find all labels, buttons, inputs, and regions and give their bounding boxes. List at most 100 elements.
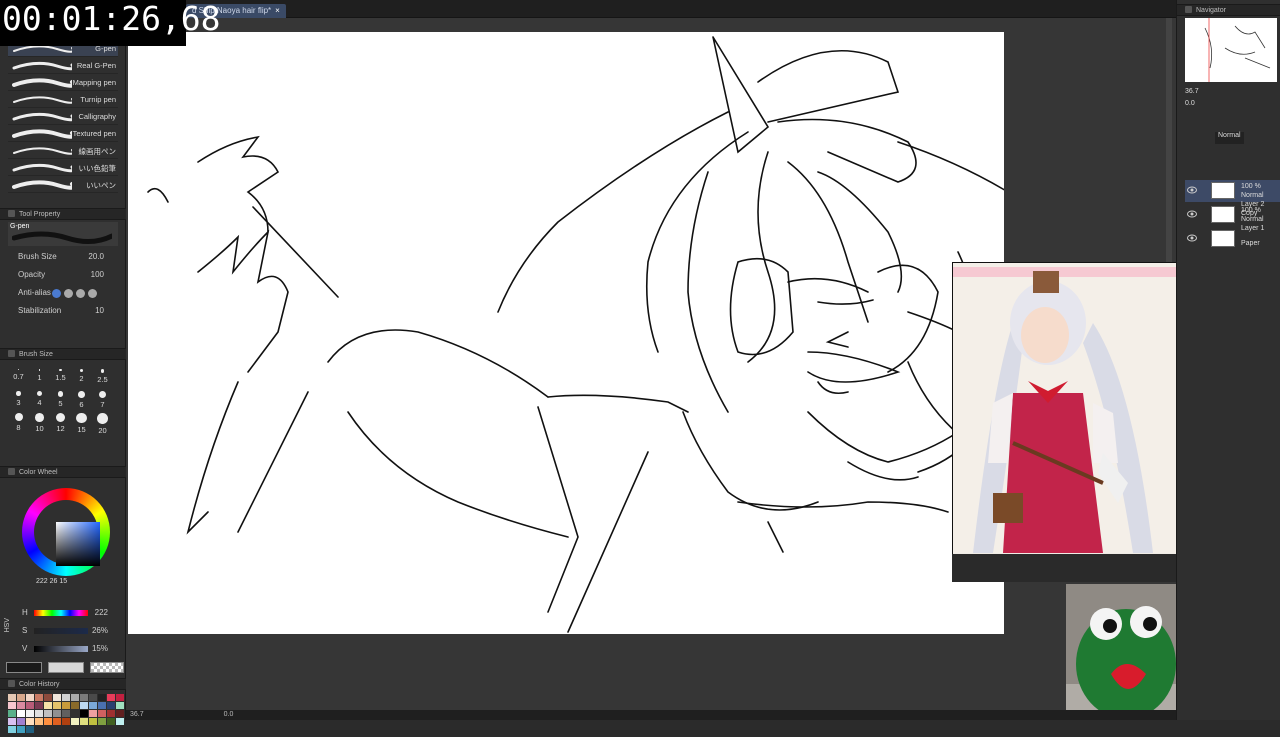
history-swatch[interactable] [35, 718, 43, 725]
history-swatch[interactable] [98, 694, 106, 701]
brush-size-option[interactable]: 1.5 [50, 366, 71, 388]
saturation-value-square[interactable] [56, 522, 100, 566]
s-slider[interactable] [34, 628, 88, 634]
navigator-rotation[interactable]: 0.0 [1185, 100, 1195, 107]
history-swatch[interactable] [35, 694, 43, 701]
layer-item[interactable]: 100 % Normal Layer 1 [1185, 204, 1280, 232]
v-value[interactable]: 15% [92, 640, 108, 658]
history-swatch[interactable] [62, 702, 70, 709]
history-swatch[interactable] [107, 694, 115, 701]
brush-size-option[interactable]: 1 [29, 366, 50, 388]
history-swatch[interactable] [98, 718, 106, 725]
v-slider-row[interactable]: V 15% [0, 640, 126, 658]
status-zoom[interactable]: 36.7 [130, 711, 144, 718]
brush-size-option[interactable]: 10 [29, 410, 50, 433]
brush-size-option[interactable]: 2.5 [92, 366, 113, 388]
history-swatch[interactable] [44, 718, 52, 725]
hue-ring[interactable] [22, 488, 110, 576]
history-swatch[interactable] [44, 710, 52, 717]
layer-item[interactable]: Paper [1185, 228, 1280, 250]
antialias-row[interactable]: Anti-alias [0, 284, 126, 302]
brush-size-option[interactable]: 15 [71, 410, 92, 434]
history-swatch[interactable] [62, 694, 70, 701]
history-swatch[interactable] [89, 718, 97, 725]
history-swatch[interactable] [17, 710, 25, 717]
history-swatch[interactable] [44, 694, 52, 701]
status-angle[interactable]: 0.0 [224, 711, 234, 718]
history-swatch[interactable] [62, 710, 70, 717]
history-swatch[interactable] [8, 694, 16, 701]
brush-size-option[interactable]: 3 [8, 388, 29, 410]
main-color-swatch[interactable] [6, 662, 42, 673]
history-swatch[interactable] [89, 694, 97, 701]
history-swatch[interactable] [107, 710, 115, 717]
antialias-options[interactable] [52, 289, 97, 298]
eye-icon[interactable] [1187, 210, 1197, 218]
history-swatch[interactable] [98, 710, 106, 717]
history-swatch[interactable] [17, 718, 25, 725]
history-swatch[interactable] [80, 702, 88, 709]
history-swatch[interactable] [53, 694, 61, 701]
navigator-thumbnail[interactable] [1185, 18, 1277, 82]
history-swatch[interactable] [80, 710, 88, 717]
navigator-zoom-row[interactable]: 36.7 [1185, 88, 1199, 100]
history-swatch[interactable] [62, 718, 70, 725]
navigator-rotation-row[interactable]: 0.0 [1185, 100, 1195, 112]
history-swatch[interactable] [26, 718, 34, 725]
brush-item[interactable]: Mapping pen [8, 74, 118, 91]
transparent-color-swatch[interactable] [90, 662, 124, 673]
history-swatch[interactable] [53, 718, 61, 725]
close-icon[interactable]: × [275, 6, 280, 15]
brush-size-option[interactable]: 7 [92, 388, 113, 410]
brush-item[interactable]: 線画用ペン [8, 142, 118, 159]
stabilization-row[interactable]: Stabilization 10 [0, 302, 126, 320]
brush-size-option[interactable]: 0.7 [8, 366, 29, 388]
brush-size-option[interactable]: 8 [8, 410, 29, 432]
layer-item[interactable]: 100 % Normal Layer 2 Copy [1185, 180, 1280, 217]
history-swatch[interactable] [26, 726, 34, 733]
history-swatch[interactable] [98, 702, 106, 709]
h-slider-row[interactable]: H 222 [0, 604, 126, 622]
history-swatch[interactable] [116, 718, 124, 725]
brush-item[interactable]: いい色鉛筆 [8, 159, 118, 176]
antialias-strong-icon[interactable] [88, 289, 97, 298]
history-swatch[interactable] [8, 702, 16, 709]
navigator-zoom[interactable]: 36.7 [1185, 88, 1199, 95]
history-swatch[interactable] [80, 694, 88, 701]
h-value[interactable]: 222 [95, 604, 108, 622]
brush-size-option[interactable]: 6 [71, 388, 92, 410]
history-swatch[interactable] [89, 702, 97, 709]
s-value[interactable]: 26% [92, 622, 108, 640]
eye-icon[interactable] [1187, 234, 1197, 242]
history-swatch[interactable] [116, 694, 124, 701]
history-swatch[interactable] [17, 694, 25, 701]
history-swatch[interactable] [26, 710, 34, 717]
history-swatch[interactable] [89, 710, 97, 717]
vertical-scrollbar[interactable] [1166, 18, 1172, 262]
sub-color-swatch[interactable] [48, 662, 84, 673]
history-swatch[interactable] [71, 694, 79, 701]
drawing-canvas[interactable] [128, 32, 1009, 634]
brush-size-option[interactable]: 5 [50, 388, 71, 410]
history-swatch[interactable] [53, 702, 61, 709]
history-swatch[interactable] [71, 702, 79, 709]
history-swatch[interactable] [71, 710, 79, 717]
history-swatch[interactable] [26, 702, 34, 709]
brush-size-value[interactable]: 20.0 [88, 248, 104, 266]
eye-icon[interactable] [1187, 186, 1197, 194]
history-swatch[interactable] [80, 718, 88, 725]
history-swatch[interactable] [107, 702, 115, 709]
antialias-none-icon[interactable] [52, 289, 61, 298]
antialias-weak-icon[interactable] [64, 289, 73, 298]
history-swatch[interactable] [116, 710, 124, 717]
stabilization-value[interactable]: 10 [95, 302, 104, 320]
history-swatch[interactable] [71, 718, 79, 725]
history-swatch[interactable] [8, 710, 16, 717]
history-swatch[interactable] [8, 718, 16, 725]
history-swatch[interactable] [17, 702, 25, 709]
history-swatch[interactable] [26, 694, 34, 701]
blend-mode-select[interactable]: Normal [1215, 132, 1244, 144]
history-swatch[interactable] [8, 726, 16, 733]
history-swatch[interactable] [116, 702, 124, 709]
history-swatch[interactable] [35, 710, 43, 717]
